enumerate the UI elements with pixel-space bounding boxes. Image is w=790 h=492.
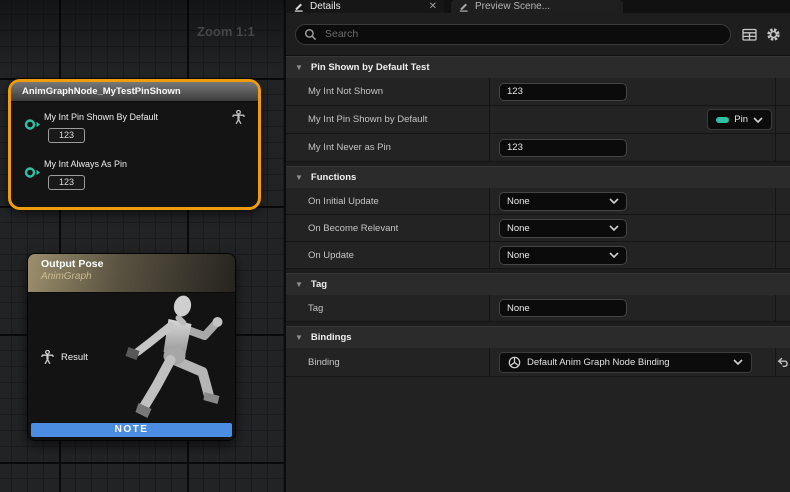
preview-tab-icon [458,1,469,12]
note-banner[interactable]: NOTE [31,423,232,437]
property-grid: ▼ Pin Shown by Default Test My Int Not S… [286,56,790,492]
section-pin-shown-by-default-test[interactable]: ▼ Pin Shown by Default Test [286,56,790,78]
tab-preview-scene[interactable]: Preview Scene... [451,0,623,13]
tag-input[interactable] [499,299,627,317]
output-pose-node[interactable]: Output Pose AnimGraph [27,253,236,441]
tab-details[interactable]: Details ✕ [286,0,444,13]
my-int-not-shown-input[interactable] [499,83,627,101]
tab-bar: Details ✕ Preview Scene... [286,0,790,13]
chevron-down-icon [733,359,743,365]
search-icon [304,28,317,41]
property-row-on-initial-update: On Initial Update None [286,188,790,215]
section-tag[interactable]: ▼ Tag [286,273,790,295]
pin-label: My Int Always As Pin [44,159,127,169]
result-pin-label[interactable]: Result [61,352,88,363]
pin-value-field[interactable]: 123 [48,128,85,143]
property-row-my-int-pin-shown-by-default: My Int Pin Shown by Default Pin [286,106,790,134]
on-initial-update-dropdown[interactable]: None [499,192,627,211]
on-update-dropdown[interactable]: None [499,246,627,265]
collapse-arrow-icon[interactable]: ▼ [295,174,303,182]
tab-label: Preview Scene... [475,1,616,12]
collapse-arrow-icon[interactable]: ▼ [295,64,303,72]
property-row-my-int-never-as-pin: My Int Never as Pin [286,134,790,162]
details-panel: Details ✕ Preview Scene... [286,0,790,492]
property-row-on-become-relevant: On Become Relevant None [286,215,790,242]
property-row-tag: Tag [286,295,790,322]
binding-dropdown[interactable]: Default Anim Graph Node Binding [499,352,752,373]
chevron-down-icon [753,117,763,123]
unreal-editor-window: Zoom 1:1 AnimGraphNode_MyTestPinShown My… [0,0,790,492]
node-header[interactable]: AnimGraphNode_MyTestPinShown [11,82,258,102]
on-become-relevant-dropdown[interactable]: None [499,219,627,238]
zoom-level-label: Zoom 1:1 [197,24,255,39]
pin-label: My Int Pin Shown By Default [44,112,158,122]
display-filter-icon[interactable] [742,28,757,41]
property-row-on-update: On Update None [286,242,790,269]
anim-graph-node-selected[interactable]: AnimGraphNode_MyTestPinShown My Int Pin … [8,79,261,210]
pin-icon[interactable] [24,166,41,179]
binding-icon [508,356,521,369]
chevron-down-icon [609,198,619,204]
my-int-never-as-pin-input[interactable] [499,139,627,157]
pin-mode-dropdown[interactable]: Pin [707,109,772,130]
node-subtitle: AnimGraph [41,271,235,282]
section-bindings[interactable]: ▼ Bindings [286,326,790,348]
collapse-arrow-icon[interactable]: ▼ [295,334,303,342]
details-tab-icon [293,1,304,12]
mannequin-figure [111,292,236,441]
chevron-down-icon [609,225,619,231]
close-icon[interactable]: ✕ [429,2,437,12]
tab-label: Details [310,1,423,12]
pose-person-icon[interactable] [232,110,245,125]
pin-icon[interactable] [24,118,41,131]
settings-gear-icon[interactable] [766,27,781,42]
property-row-my-int-not-shown: My Int Not Shown [286,78,790,106]
section-functions[interactable]: ▼ Functions [286,166,790,188]
reset-to-default-icon[interactable] [777,357,790,368]
chevron-down-icon [609,252,619,258]
search-input[interactable] [323,27,722,41]
pin-value-field[interactable]: 123 [48,175,85,190]
pose-person-icon[interactable] [41,350,54,365]
anim-graph-canvas[interactable]: Zoom 1:1 AnimGraphNode_MyTestPinShown My… [0,0,284,492]
node-header[interactable]: Output Pose AnimGraph [28,254,235,293]
property-row-binding: Binding Default Anim Graph Node Binding [286,348,790,377]
node-title: Output Pose [41,258,235,270]
details-toolbar [286,13,790,56]
node-title: AnimGraphNode_MyTestPinShown [22,86,181,97]
collapse-arrow-icon[interactable]: ▼ [295,281,303,289]
pin-pill-icon [716,117,729,123]
search-box[interactable] [295,24,731,45]
